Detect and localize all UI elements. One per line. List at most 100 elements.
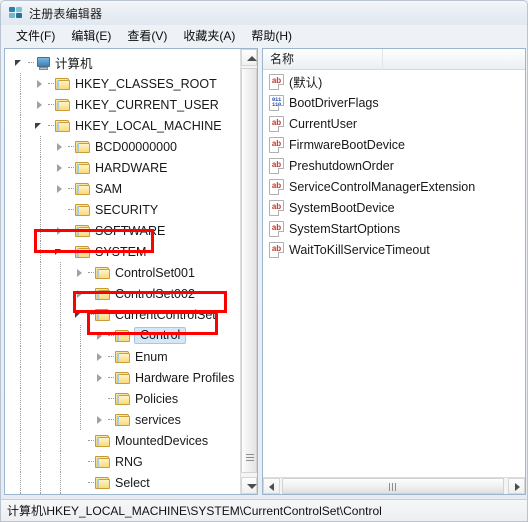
collapse-arrow-icon[interactable] (13, 52, 28, 73)
expand-arrow-icon[interactable] (53, 157, 68, 178)
tree-item-label: Hardware Profiles (135, 370, 235, 385)
value-row[interactable]: ab CurrentUser (263, 113, 525, 134)
column-header-name[interactable]: 名称 (263, 49, 383, 70)
tree-scroll-thumb[interactable] (241, 68, 257, 473)
value-row[interactable]: ab SystemStartOptions (263, 218, 525, 239)
collapse-arrow-icon[interactable] (33, 115, 48, 136)
expand-arrow-icon[interactable] (53, 220, 68, 241)
value-row[interactable]: ab SystemBootDevice (263, 197, 525, 218)
tree-guide-line (40, 325, 41, 346)
tree-item-label: Enum (135, 349, 168, 364)
tree-item[interactable]: 计算机 (5, 52, 240, 73)
value-name: SystemStartOptions (289, 221, 401, 236)
value-row[interactable]: ab (默认) (263, 71, 525, 92)
tree-item-label: SAM (95, 181, 123, 196)
folder-icon (95, 287, 111, 301)
expand-arrow-icon[interactable] (33, 73, 48, 94)
expand-arrow-icon[interactable] (33, 94, 48, 115)
tree-guide-line (40, 346, 41, 367)
list-horizontal-scrollbar[interactable] (263, 477, 525, 494)
tree-guide-line (108, 409, 115, 430)
value-row[interactable]: ab WaitToKillServiceTimeout (263, 239, 525, 260)
folder-icon (75, 245, 91, 259)
value-row[interactable]: 011 110 BootDriverFlags (263, 92, 525, 113)
menu-edit[interactable]: 编辑(E) (64, 27, 120, 45)
list-scroll-thumb[interactable] (282, 478, 504, 494)
tree-item[interactable]: RNG (5, 451, 240, 472)
tree-guide-line (40, 241, 41, 262)
tree-item[interactable]: Hardware Profiles (5, 367, 240, 388)
registry-tree-pane: 计算机 HKEY_CLASSES_ROOT HKEY_CURRENT_USER HKE… (4, 48, 258, 495)
tree-guide-line (88, 472, 95, 493)
menu-help[interactable]: 帮助(H) (244, 27, 301, 45)
folder-icon (75, 140, 91, 154)
tree-item[interactable]: CurrentControlSet (5, 304, 240, 325)
value-row[interactable]: ab FirmwareBootDevice (263, 134, 525, 155)
value-row[interactable]: ab PreshutdownOrder (263, 155, 525, 176)
registry-values-list: ab (默认) 011 110 BootDriverFlags ab CurrentUser… (263, 71, 525, 476)
tree-item[interactable]: HARDWARE (5, 157, 240, 178)
expand-arrow-icon[interactable] (93, 346, 108, 367)
scroll-up-button[interactable] (241, 49, 257, 66)
expand-arrow-icon[interactable] (73, 493, 88, 494)
collapse-arrow-icon[interactable] (73, 304, 88, 325)
tree-item[interactable]: HKEY_CLASSES_ROOT (5, 73, 240, 94)
tree-item[interactable]: HKEY_CURRENT_USER (5, 94, 240, 115)
expand-arrow-icon[interactable] (93, 325, 108, 346)
tree-item[interactable]: ControlSet002 (5, 283, 240, 304)
tree-guide-line (80, 388, 81, 409)
tree-scroll-area[interactable]: 计算机 HKEY_CLASSES_ROOT HKEY_CURRENT_USER HKE… (5, 49, 240, 494)
expand-arrow-icon[interactable] (93, 409, 108, 430)
computer-icon (35, 56, 51, 70)
tree-item[interactable]: SECURITY (5, 199, 240, 220)
tree-guide-line (20, 325, 21, 346)
tree-item[interactable]: BCD00000000 (5, 136, 240, 157)
tree-item-label: HKEY_CLASSES_ROOT (75, 76, 217, 91)
tree-item[interactable]: Select (5, 472, 240, 493)
expand-arrow-icon[interactable] (73, 262, 88, 283)
tree-item[interactable]: services (5, 409, 240, 430)
tree-item[interactable]: Setup (5, 493, 240, 494)
menu-file[interactable]: 文件(F) (9, 27, 64, 45)
screenshot-root: 注册表编辑器 文件(F) 编辑(E) 查看(V) 收藏夹(A) 帮助(H) 计算… (0, 0, 528, 522)
tree-item[interactable]: SAM (5, 178, 240, 199)
folder-icon (55, 77, 71, 91)
value-row[interactable]: ab ServiceControlManagerExtension (263, 176, 525, 197)
tree-item[interactable]: Control (5, 325, 240, 346)
tree-guide-line (20, 430, 21, 451)
value-name: FirmwareBootDevice (289, 137, 406, 152)
scroll-right-button[interactable] (508, 478, 525, 494)
expand-arrow-icon[interactable] (53, 178, 68, 199)
collapse-arrow-icon[interactable] (53, 241, 68, 262)
expand-arrow-icon[interactable] (53, 136, 68, 157)
tree-guide-line (40, 304, 41, 325)
tree-guide-line (68, 136, 75, 157)
tree-item-label: ControlSet002 (115, 286, 195, 301)
scroll-left-button[interactable] (263, 478, 280, 494)
tree-item[interactable]: MountedDevices (5, 430, 240, 451)
expand-arrow-icon[interactable] (73, 283, 88, 304)
chevron-right-icon (515, 483, 520, 491)
menu-favorites[interactable]: 收藏夹(A) (176, 27, 244, 45)
tree-guide-line (48, 115, 55, 136)
menu-view[interactable]: 查看(V) (120, 27, 176, 45)
tree-guide-line (40, 493, 41, 494)
tree-guide-line (20, 220, 21, 241)
tree-guide-line (40, 199, 41, 220)
scroll-down-button[interactable] (241, 477, 257, 494)
tree-guide-line (68, 157, 75, 178)
status-bar: 计算机\HKEY_LOCAL_MACHINE\SYSTEM\CurrentCon… (1, 499, 527, 521)
tree-item[interactable]: SYSTEM (5, 241, 240, 262)
tree-item[interactable]: SOFTWARE (5, 220, 240, 241)
tree-item[interactable]: Policies (5, 388, 240, 409)
tree-item[interactable]: Enum (5, 346, 240, 367)
tree-item[interactable]: ControlSet001 (5, 262, 240, 283)
chevron-left-icon (269, 483, 274, 491)
tree-item-label: SYSTEM (95, 244, 147, 259)
string-value-icon: ab (269, 73, 284, 90)
tree-vertical-scrollbar[interactable] (240, 49, 257, 494)
tree-item[interactable]: HKEY_LOCAL_MACHINE (5, 115, 240, 136)
tree-guide-line (88, 430, 95, 451)
expand-arrow-icon[interactable] (93, 367, 108, 388)
